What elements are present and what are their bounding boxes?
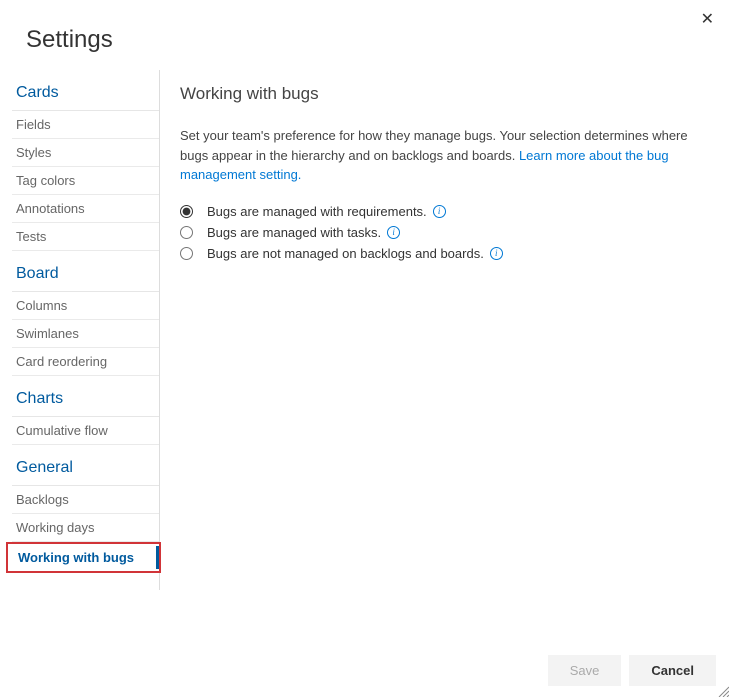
sidebar-item-fields[interactable]: Fields <box>12 111 159 139</box>
sidebar-item-swimlanes[interactable]: Swimlanes <box>12 320 159 348</box>
page-title: Settings <box>0 0 730 60</box>
main-panel: Working with bugs Set your team's prefer… <box>160 70 730 590</box>
radio-input-requirements[interactable] <box>180 205 193 218</box>
sidebar-section-board: Board <box>12 251 159 292</box>
sidebar: Cards Fields Styles Tag colors Annotatio… <box>0 70 160 590</box>
cancel-button[interactable]: Cancel <box>629 655 716 686</box>
info-icon[interactable]: i <box>490 247 503 260</box>
info-icon[interactable]: i <box>387 226 400 239</box>
radio-label: Bugs are not managed on backlogs and boa… <box>207 246 484 261</box>
footer: Save Cancel <box>548 655 716 686</box>
sidebar-section-general: General <box>12 445 159 486</box>
sidebar-item-working-with-bugs[interactable]: Working with bugs <box>14 546 159 569</box>
sidebar-item-columns[interactable]: Columns <box>12 292 159 320</box>
radio-option-not-managed[interactable]: Bugs are not managed on backlogs and boa… <box>180 243 704 264</box>
sidebar-item-card-reordering[interactable]: Card reordering <box>12 348 159 376</box>
radio-label: Bugs are managed with tasks. <box>207 225 381 240</box>
sidebar-item-styles[interactable]: Styles <box>12 139 159 167</box>
radio-label: Bugs are managed with requirements. <box>207 204 427 219</box>
radio-input-tasks[interactable] <box>180 226 193 239</box>
radio-option-requirements[interactable]: Bugs are managed with requirements. i <box>180 201 704 222</box>
sidebar-item-annotations[interactable]: Annotations <box>12 195 159 223</box>
sidebar-item-backlogs[interactable]: Backlogs <box>12 486 159 514</box>
sidebar-item-working-days[interactable]: Working days <box>12 514 159 542</box>
sidebar-section-cards: Cards <box>12 70 159 111</box>
content-wrap: Cards Fields Styles Tag colors Annotatio… <box>0 70 730 590</box>
radio-input-not-managed[interactable] <box>180 247 193 260</box>
sidebar-item-tag-colors[interactable]: Tag colors <box>12 167 159 195</box>
save-button[interactable]: Save <box>548 655 622 686</box>
resize-grip-icon[interactable] <box>717 685 729 697</box>
sidebar-item-tests[interactable]: Tests <box>12 223 159 251</box>
sidebar-section-charts: Charts <box>12 376 159 417</box>
highlight-box: Working with bugs <box>6 542 161 573</box>
radio-option-tasks[interactable]: Bugs are managed with tasks. i <box>180 222 704 243</box>
radio-group: Bugs are managed with requirements. i Bu… <box>180 201 704 264</box>
close-icon[interactable]: ✕ <box>701 12 714 28</box>
info-icon[interactable]: i <box>433 205 446 218</box>
sidebar-item-cumulative-flow[interactable]: Cumulative flow <box>12 417 159 445</box>
description: Set your team's preference for how they … <box>180 126 704 185</box>
main-heading: Working with bugs <box>180 84 704 104</box>
